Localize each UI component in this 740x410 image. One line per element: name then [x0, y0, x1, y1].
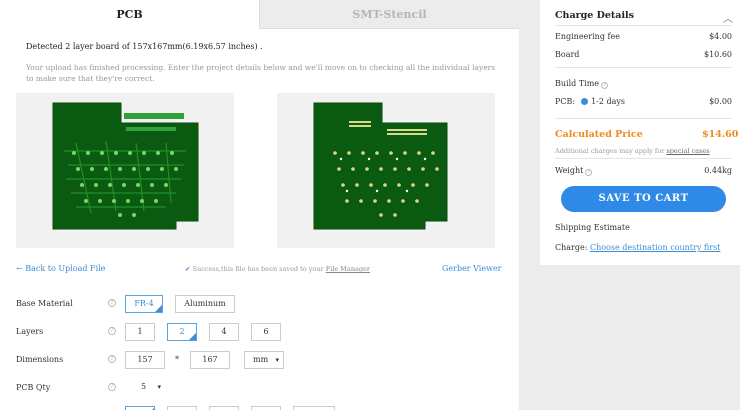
tab-bar: PCB SMT-Stencil — [0, 0, 519, 29]
charge-destination-row: Charge: Choose destination country first — [555, 243, 721, 252]
option-box[interactable] — [251, 406, 281, 410]
board-row: Board $10.60 — [555, 50, 732, 59]
saved-message: ✔ Success,this file has been saved to yo… — [185, 265, 370, 273]
divider — [555, 118, 732, 119]
help-icon[interactable]: ? — [108, 383, 116, 391]
help-icon[interactable]: ? — [108, 355, 116, 363]
layers-option-2[interactable]: 2 — [167, 323, 197, 341]
pcb-build-time-row: PCB: 1-2 days $0.00 — [555, 97, 732, 106]
additional-charges-note: Additional charges may apply for special… — [555, 147, 710, 155]
layers-option-4[interactable]: 4 — [209, 323, 239, 341]
tab-smt-stencil[interactable]: SMT-Stencil — [259, 0, 519, 29]
base-material-fr4[interactable]: FR-4 — [125, 295, 163, 313]
special-cases-link[interactable]: special cases — [666, 147, 709, 155]
help-icon[interactable]: ? — [108, 299, 116, 307]
layers-option-1[interactable]: 1 — [125, 323, 155, 341]
option-box[interactable] — [167, 406, 197, 410]
help-icon[interactable]: ? — [601, 82, 609, 89]
base-material-aluminum[interactable]: Aluminum — [175, 295, 235, 313]
chevron-down-icon: ▾ — [157, 383, 161, 391]
dimension-height-input[interactable]: 167 — [190, 351, 230, 369]
option-box[interactable] — [209, 406, 239, 410]
shipping-estimate-label: Shipping Estimate — [555, 223, 630, 232]
dimension-times: * — [175, 355, 179, 364]
calculated-price-value: $14.60 — [702, 129, 739, 140]
pcb-bottom-preview — [277, 93, 495, 248]
chevron-down-icon: ▾ — [275, 356, 279, 364]
help-icon[interactable]: ? — [108, 327, 116, 335]
option-box[interactable] — [293, 406, 335, 410]
charge-details-title: Charge Details — [555, 10, 635, 21]
option-box[interactable] — [125, 406, 155, 410]
back-to-upload-link[interactable]: ← Back to Upload File — [16, 264, 105, 273]
pcb-qty-label: PCB Qty — [16, 383, 51, 392]
pcb-top-preview — [16, 93, 234, 248]
build-time-row: Build Time? — [555, 79, 732, 89]
detected-board-info: Detected 2 layer board of 157x167mm(6.19… — [26, 42, 263, 51]
layers-label: Layers — [16, 327, 44, 336]
choose-country-link[interactable]: Choose destination country first — [590, 243, 720, 252]
calculated-price-label: Calculated Price — [555, 129, 643, 140]
save-to-cart-button[interactable]: SAVE TO CART — [561, 186, 726, 212]
check-icon: ✔ — [185, 265, 193, 273]
file-manager-link[interactable]: File Manager — [326, 265, 370, 273]
base-material-label: Base Material — [16, 299, 73, 308]
divider — [555, 67, 732, 68]
divider — [555, 158, 732, 159]
pcb-qty-select[interactable]: 5 ▾ — [133, 379, 165, 397]
charge-details-panel: Charge Details ︿ Engineering fee $4.00 Bo… — [540, 0, 740, 265]
engineering-fee-row: Engineering fee $4.00 — [555, 32, 732, 41]
layers-option-6[interactable]: 6 — [251, 323, 281, 341]
dimension-width-input[interactable]: 157 — [125, 351, 165, 369]
dimensions-label: Dimensions — [16, 355, 64, 364]
arrow-left-icon: ← — [16, 264, 26, 273]
tab-pcb[interactable]: PCB — [0, 0, 259, 29]
weight-row: Weight? 0.44kg — [555, 166, 732, 176]
gerber-viewer-link[interactable]: Gerber Viewer — [442, 264, 502, 273]
help-icon[interactable]: ? — [585, 169, 593, 176]
chevron-up-icon[interactable]: ︿ — [723, 10, 733, 25]
processing-note: Your upload has finished processing. Ent… — [26, 63, 496, 83]
unit-select[interactable]: mm ▾ — [244, 351, 284, 369]
divider — [555, 25, 732, 26]
main-panel: PCB SMT-Stencil Detected 2 layer board o… — [0, 0, 519, 410]
radio-selected-icon[interactable] — [581, 98, 589, 105]
